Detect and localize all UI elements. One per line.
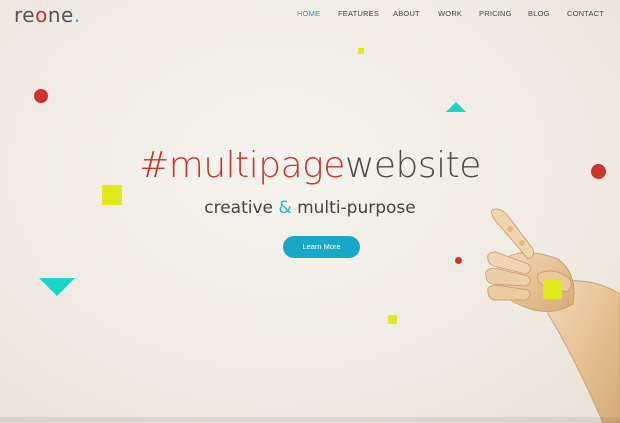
nav-about[interactable]: ABOUT (393, 9, 420, 18)
yellow-square-small-top (358, 48, 364, 54)
subtitle-part2: multi-purpose (291, 198, 416, 218)
nav-features[interactable]: FEATURES (338, 9, 379, 18)
logo-o: o (35, 3, 48, 27)
logo-dot: . (73, 3, 81, 27)
yellow-square-bottom (388, 315, 397, 324)
subtitle-ampersand: & (278, 198, 292, 218)
logo[interactable]: reone. (14, 3, 81, 27)
wooden-hand-image (485, 208, 620, 423)
logo-text-end: ne (47, 3, 74, 27)
learn-more-button[interactable]: Learn More (283, 236, 360, 258)
nav-contact[interactable]: CONTACT (567, 9, 604, 18)
teal-triangle-left (39, 278, 75, 296)
nav-blog[interactable]: BLOG (528, 9, 550, 18)
nav-home[interactable]: HOME (297, 9, 320, 18)
red-dot-small (455, 257, 462, 264)
logo-text-start: re (14, 3, 36, 27)
nav-pricing[interactable]: PRICING (479, 9, 512, 18)
teal-triangle-top (446, 102, 466, 112)
nav-work[interactable]: WORK (438, 9, 462, 18)
hero-headline: #multipagewebsite (0, 148, 620, 184)
subtitle-part1: creative (204, 198, 279, 218)
hero-section: reone. HOME FEATURES ABOUT WORK PRICING … (0, 0, 620, 423)
headline-rest: website (344, 145, 481, 186)
hero-subtitle: creative & multi-purpose (0, 198, 620, 218)
headline-highlight: #multipage (139, 145, 345, 186)
next-section-peek (0, 417, 620, 423)
red-circle-left (34, 89, 48, 103)
